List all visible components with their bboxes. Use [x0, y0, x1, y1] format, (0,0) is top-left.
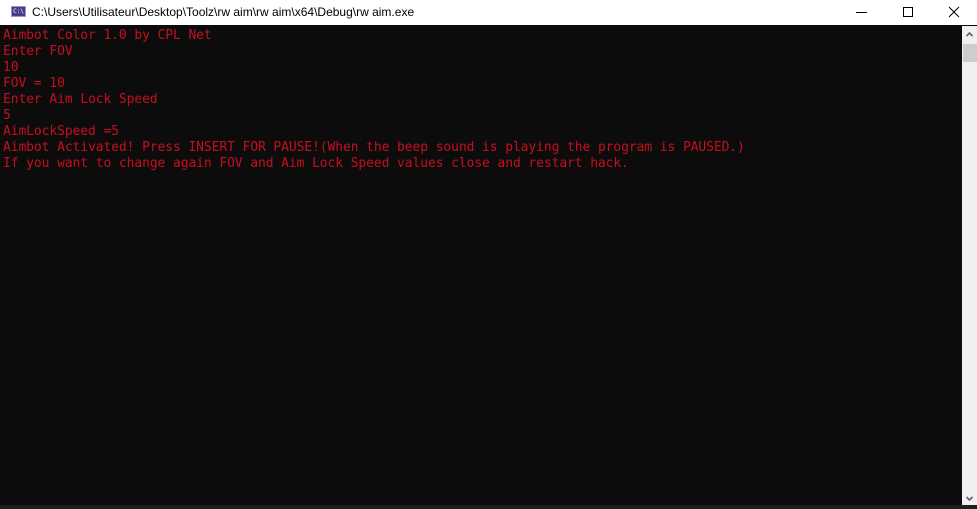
console-line: Enter FOV	[0, 44, 745, 60]
console-line: FOV = 10	[0, 76, 745, 92]
console-line: Enter Aim Lock Speed	[0, 92, 745, 108]
close-icon	[947, 5, 961, 19]
console-line: If you want to change again FOV and Aim …	[0, 156, 745, 172]
console-lines: Aimbot Color 1.0 by CPL Net Enter FOV 10…	[0, 28, 745, 172]
minimize-icon	[856, 12, 867, 13]
console-line: Aimbot Activated! Press INSERT FOR PAUSE…	[0, 140, 745, 156]
vertical-scrollbar[interactable]	[962, 26, 977, 509]
console-line: 10	[0, 60, 745, 76]
close-button[interactable]	[931, 0, 977, 26]
window-bottom-border	[0, 505, 977, 509]
chevron-down-icon	[966, 495, 973, 502]
maximize-icon	[903, 7, 913, 17]
console-line: 5	[0, 108, 745, 124]
maximize-button[interactable]	[885, 0, 931, 26]
window-title: C:\Users\Utilisateur\Desktop\Toolz\rw ai…	[32, 5, 414, 19]
console-line: AimLockSpeed =5	[0, 124, 745, 140]
minimize-button[interactable]	[839, 0, 885, 26]
console-output[interactable]: Aimbot Color 1.0 by CPL Net Enter FOV 10…	[0, 26, 962, 509]
console-line: Aimbot Color 1.0 by CPL Net	[0, 28, 745, 44]
title-bar[interactable]: C:\ C:\Users\Utilisateur\Desktop\Toolz\r…	[0, 0, 977, 26]
chevron-up-icon	[966, 31, 973, 38]
scrollbar-thumb[interactable]	[963, 44, 977, 62]
console-app-icon[interactable]: C:\	[11, 6, 26, 17]
scroll-up-button[interactable]	[962, 26, 977, 43]
